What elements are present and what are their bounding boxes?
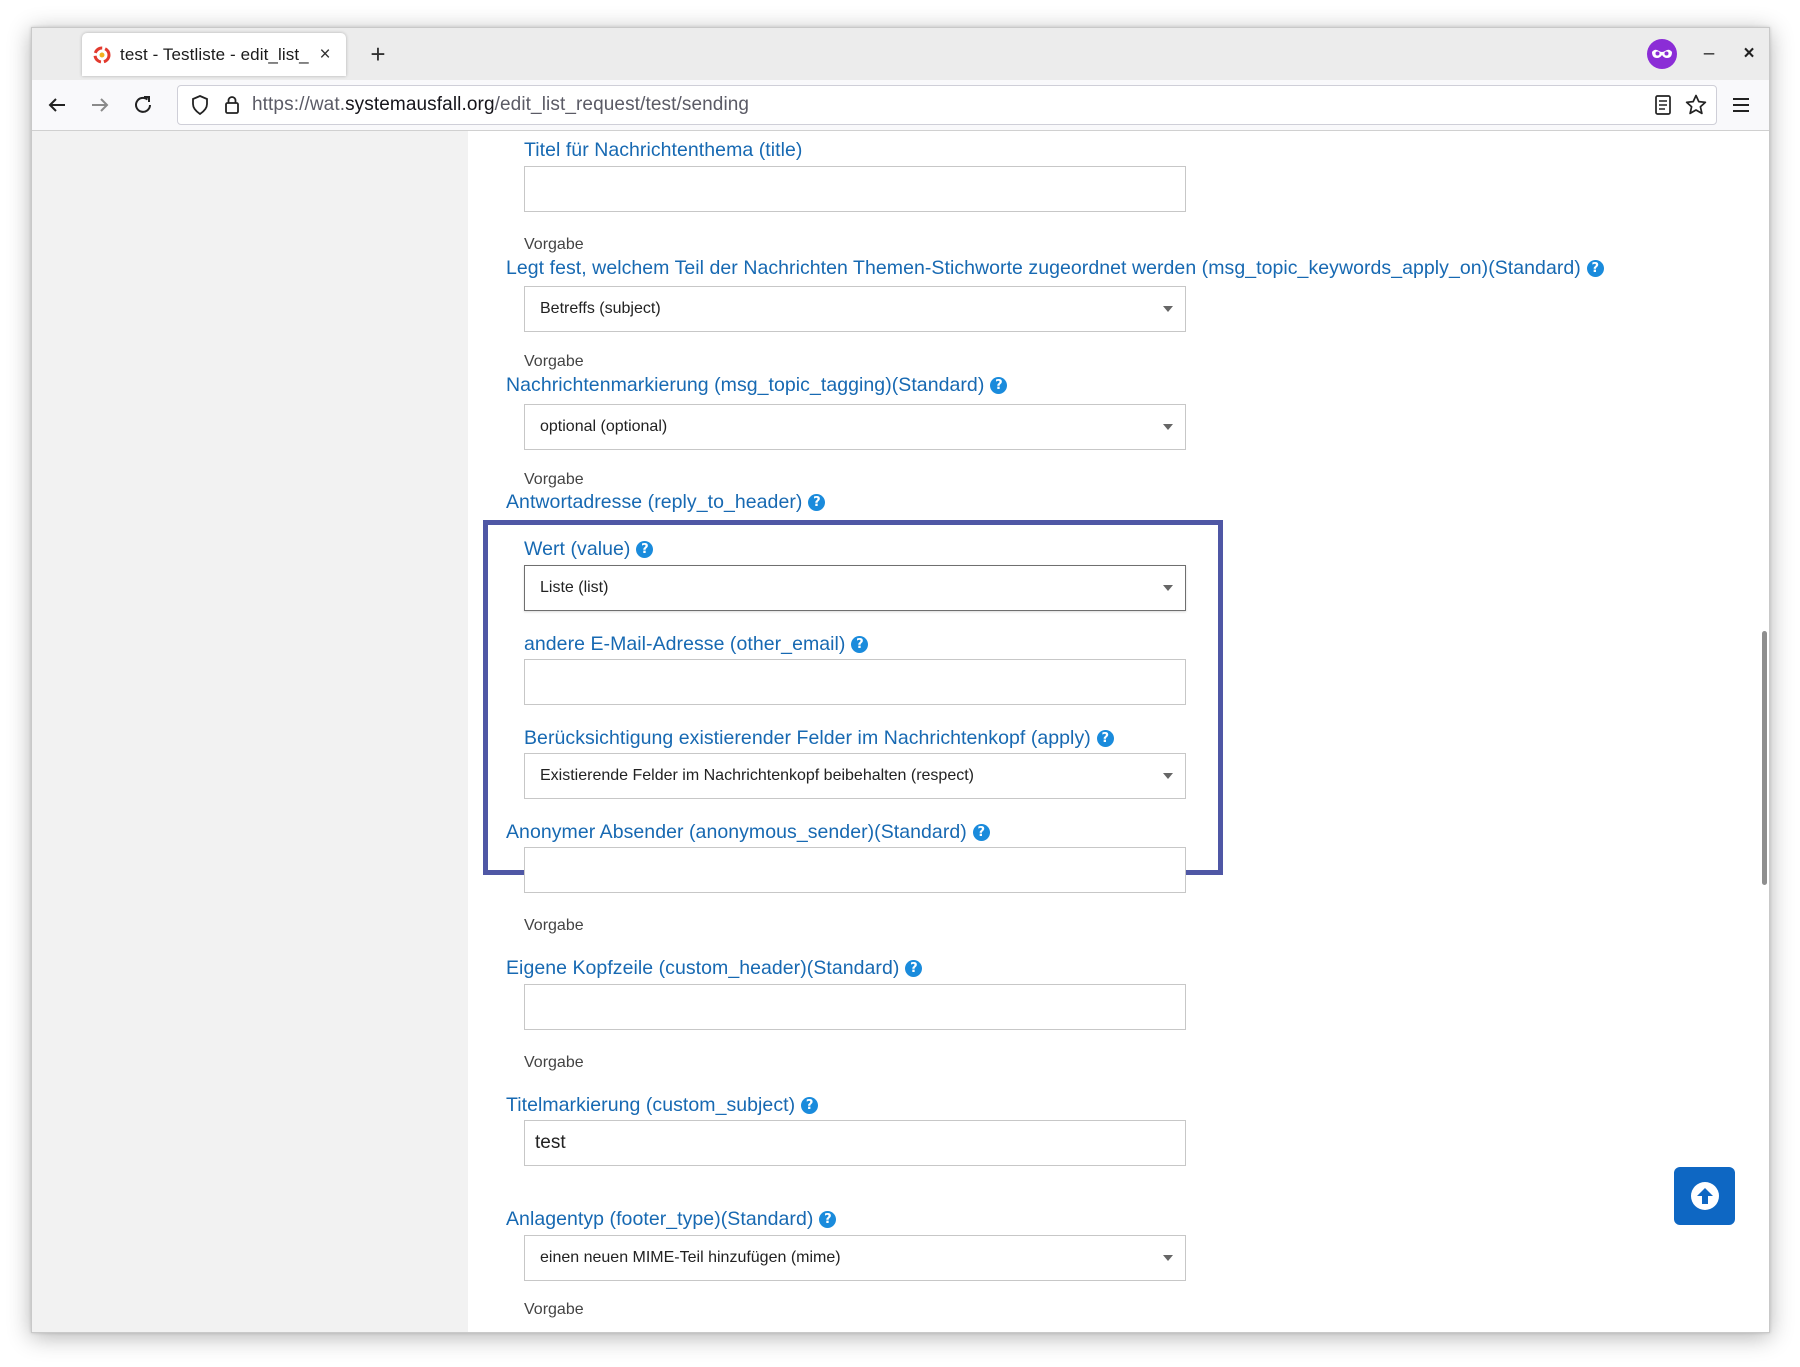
title-label: Titel für Nachrichtenthema (title) [524,139,802,162]
chevron-down-icon [1163,1255,1173,1261]
url-prefix: https://wat. [252,94,346,115]
topic-tagging-label-text: Nachrichtenmarkierung (msg_topic_tagging… [506,374,985,396]
help-icon[interactable]: ? [819,1211,837,1228]
bookmark-star-icon[interactable] [1684,93,1708,122]
chevron-down-icon [1163,306,1173,312]
topic-tagging-select[interactable]: optional (optional) [524,404,1186,450]
url-path: /edit_list_request/test/sending [494,94,750,115]
other-email-label-text: andere E-Mail-Adresse (other_email) [524,633,846,655]
url-host: systemausfall.org [345,94,495,115]
reply-to-header-label-text: Antwortadresse (reply_to_header) [506,491,803,513]
anonymous-sender-input[interactable] [524,847,1186,893]
footer-type-label: Anlagentyp (footer_type)(Standard)? [506,1208,837,1231]
arrow-right-icon [92,98,109,112]
page-content: Titel für Nachrichtenthema (title) Vorga… [32,131,1769,1332]
help-icon[interactable]: ? [990,377,1008,394]
url-text[interactable]: https://wat.systemausfall.org/edit_list_… [252,94,749,116]
navigation-bar: https://wat.systemausfall.org/edit_list_… [32,80,1769,131]
custom-header-hint: Vorgabe [524,1054,584,1071]
reply-to-value-value: Liste (list) [540,579,609,596]
chevron-down-icon [1163,773,1173,779]
reload-button[interactable] [123,85,163,125]
minimize-button[interactable]: – [1689,43,1729,65]
reload-icon [135,96,151,113]
reply-to-header-label: Antwortadresse (reply_to_header)? [506,491,826,514]
site-favicon-icon [93,46,111,63]
other-email-input[interactable] [524,659,1186,705]
anonymous-sender-label-text: Anonymer Absender (anonymous_sender)(Sta… [506,821,967,843]
url-actions [1652,93,1708,122]
footer-type-label-text: Anlagentyp (footer_type)(Standard) [506,1208,814,1230]
sending-settings-form: Titel für Nachrichtenthema (title) Vorga… [32,131,1769,1332]
reply-to-value-label-text: Wert (value) [524,538,631,560]
custom-header-label-text: Eigene Kopfzeile (custom_header)(Standar… [506,957,900,979]
custom-subject-label: Titelmarkierung (custom_subject)? [506,1094,819,1117]
help-icon[interactable]: ? [1096,730,1114,747]
browser-window: test - Testliste - edit_list_ × + – × ht… [31,27,1770,1333]
tab-close-icon[interactable]: × [314,44,336,66]
browser-tab[interactable]: test - Testliste - edit_list_ × [82,33,346,76]
hamburger-menu-icon [1733,98,1749,112]
keywords-apply-on-hint: Vorgabe [524,353,584,370]
tab-strip: test - Testliste - edit_list_ × + – × [32,28,1769,80]
reader-view-icon[interactable] [1652,93,1674,122]
apply-label: Berücksichtigung existierender Felder im… [524,727,1114,750]
window-controls: – × [1645,28,1769,80]
keywords-apply-on-label: Legt fest, welchem Teil der Nachrichten … [506,257,1604,280]
tracking-protection-icon[interactable] [188,93,212,117]
forward-button[interactable] [80,85,120,125]
topic-tagging-label: Nachrichtenmarkierung (msg_topic_tagging… [506,374,1008,397]
help-icon[interactable]: ? [801,1097,819,1114]
apply-label-text: Berücksichtigung existierender Felder im… [524,727,1091,749]
topic-tagging-hint: Vorgabe [524,471,584,488]
help-icon[interactable]: ? [808,494,826,511]
custom-header-input[interactable] [524,984,1186,1030]
new-tab-button[interactable]: + [360,36,396,72]
custom-subject-label-text: Titelmarkierung (custom_subject) [506,1094,796,1116]
title-label-text: Titel für Nachrichtenthema (title) [524,139,803,161]
private-browsing-icon [1647,39,1677,69]
topic-tagging-value: optional (optional) [540,418,668,435]
custom-subject-input[interactable]: test [524,1120,1186,1166]
title-input[interactable] [524,166,1186,212]
help-icon[interactable]: ? [905,960,923,977]
keywords-apply-on-value: Betreffs (subject) [540,300,661,317]
anonymous-sender-hint: Vorgabe [524,917,584,934]
help-icon[interactable]: ? [1586,260,1604,277]
close-window-button[interactable]: × [1729,43,1769,65]
chevron-down-icon [1163,585,1173,591]
url-bar[interactable]: https://wat.systemausfall.org/edit_list_… [177,85,1717,125]
help-icon[interactable]: ? [851,636,869,653]
footer-type-hint: Vorgabe [524,1301,584,1318]
chevron-down-icon [1163,424,1173,430]
help-icon[interactable]: ? [972,824,990,841]
arrow-left-icon [48,98,65,112]
page-scrollbar[interactable] [1757,131,1769,1332]
app-menu-button[interactable] [1723,87,1759,123]
footer-type-value: einen neuen MIME-Teil hinzufügen (mime) [540,1249,841,1266]
title-hint: Vorgabe [524,236,584,253]
custom-header-label: Eigene Kopfzeile (custom_header)(Standar… [506,957,923,980]
scrollbar-thumb[interactable] [1762,631,1767,885]
arrow-up-circle-icon [1690,1182,1719,1210]
anonymous-sender-label: Anonymer Absender (anonymous_sender)(Sta… [506,821,990,844]
lock-icon[interactable] [220,93,244,117]
other-email-label: andere E-Mail-Adresse (other_email)? [524,633,869,656]
keywords-apply-on-label-text: Legt fest, welchem Teil der Nachrichten … [506,257,1581,279]
back-button[interactable] [37,85,77,125]
reply-to-value-select[interactable]: Liste (list) [524,565,1186,611]
help-icon[interactable]: ? [636,541,654,558]
apply-select[interactable]: Existierende Felder im Nachrichtenkopf b… [524,753,1186,799]
keywords-apply-on-select[interactable]: Betreffs (subject) [524,286,1186,332]
apply-value: Existierende Felder im Nachrichtenkopf b… [540,767,974,784]
scroll-to-top-button[interactable] [1674,1167,1735,1225]
reply-to-value-label: Wert (value)? [524,538,654,561]
tab-title: test - Testliste - edit_list_ [120,44,309,64]
footer-type-select[interactable]: einen neuen MIME-Teil hinzufügen (mime) [524,1235,1186,1281]
